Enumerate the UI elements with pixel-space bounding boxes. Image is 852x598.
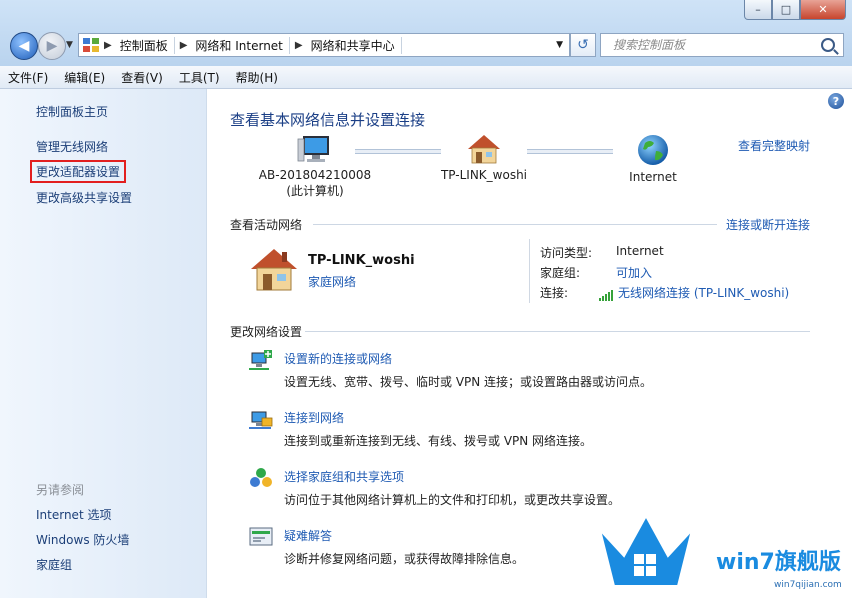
connections-label: 连接: bbox=[540, 286, 569, 300]
node-sublabel: (此计算机) bbox=[286, 184, 344, 198]
change-settings-heading: 更改网络设置 bbox=[230, 325, 303, 339]
back-button[interactable]: ◀ bbox=[10, 32, 38, 60]
wifi-signal-icon bbox=[599, 287, 614, 301]
homegroup-label: 家庭组: bbox=[540, 266, 581, 280]
homegroup-icon bbox=[250, 468, 272, 487]
access-type-value: Internet bbox=[616, 244, 664, 258]
sidebar-item-advanced-sharing[interactable]: 更改高级共享设置 bbox=[36, 189, 132, 206]
setup-new-connection-desc: 设置无线、宽带、拨号、临时或 VPN 连接；或设置路由器或访问点。 bbox=[284, 375, 653, 389]
maximize-button[interactable]: □ bbox=[772, 0, 800, 20]
menu-help[interactable]: 帮助(H) bbox=[228, 69, 286, 86]
node-label: AB-201804210008 bbox=[258, 168, 372, 182]
window-controls: – □ ✕ bbox=[744, 0, 846, 20]
house-icon bbox=[468, 135, 500, 164]
troubleshoot-icon bbox=[249, 527, 273, 546]
breadcrumb-network-sharing-center[interactable]: 网络和共享中心 bbox=[308, 36, 402, 54]
connect-network-icon bbox=[249, 411, 273, 429]
new-connection-icon bbox=[249, 350, 272, 370]
chevron-right-icon[interactable]: ▶ bbox=[290, 40, 308, 51]
connect-disconnect-link[interactable]: 连接或断开连接 bbox=[726, 216, 810, 233]
node-router: TP-LINK_woshi bbox=[429, 133, 539, 182]
recent-pages-dropdown[interactable]: ▼ bbox=[66, 40, 73, 50]
house-icon bbox=[251, 249, 297, 291]
page-title: 查看基本网络信息并设置连接 bbox=[230, 111, 426, 129]
connection-line bbox=[527, 149, 613, 154]
node-internet: Internet bbox=[605, 133, 701, 184]
wireless-connection-label: 无线网络连接 (TP-LINK_woshi) bbox=[618, 286, 790, 300]
network-type-link[interactable]: 家庭网络 bbox=[308, 273, 356, 290]
search-icon[interactable] bbox=[821, 38, 835, 52]
search-box[interactable] bbox=[600, 33, 844, 57]
menu-tools[interactable]: 工具(T) bbox=[171, 69, 228, 86]
node-this-computer: AB-201804210008 (此计算机) bbox=[255, 133, 375, 199]
troubleshoot-desc: 诊断并修复网络问题，或获得故障排除信息。 bbox=[284, 552, 525, 566]
watermark: win7旗舰版 win7qijian.com bbox=[596, 512, 852, 598]
watermark-url: win7qijian.com bbox=[774, 580, 842, 590]
chevron-down-icon[interactable]: ▼ bbox=[556, 40, 563, 50]
address-bar[interactable]: ▶ 控制面板 ▶ 网络和 Internet ▶ 网络和共享中心 ▼ bbox=[78, 33, 570, 57]
sidebar-item-homegroup[interactable]: 家庭组 bbox=[36, 556, 72, 573]
globe-icon bbox=[638, 135, 668, 165]
title-bar: – □ ✕ ◀ ▶ ▼ ▶ 控制面板 ▶ 网络和 Internet ▶ 网络和共… bbox=[0, 0, 852, 66]
refresh-button[interactable]: ↺ bbox=[570, 33, 596, 57]
see-also-heading: 另请参阅 bbox=[36, 483, 85, 497]
arrow-left-icon: ◀ bbox=[18, 38, 30, 54]
wireless-connection-link[interactable]: 无线网络连接 (TP-LINK_woshi) bbox=[599, 284, 789, 301]
arrow-right-icon: ▶ bbox=[46, 38, 58, 54]
homegroup-join-link[interactable]: 可加入 bbox=[616, 264, 652, 281]
control-panel-icon bbox=[83, 38, 99, 52]
active-networks-heading: 查看活动网络 bbox=[230, 218, 303, 232]
section-divider bbox=[305, 331, 810, 332]
menu-bar: 文件(F) 编辑(E) 查看(V) 工具(T) 帮助(H) bbox=[0, 66, 852, 89]
crown-logo-icon bbox=[599, 513, 693, 587]
sidebar-item-control-panel-home[interactable]: 控制面板主页 bbox=[36, 103, 108, 120]
homegroup-sharing-desc: 访问位于其他网络计算机上的文件和打印机，或更改共享设置。 bbox=[284, 493, 621, 507]
section-divider bbox=[313, 224, 717, 225]
sidebar-item-windows-firewall[interactable]: Windows 防火墙 bbox=[36, 531, 129, 548]
connect-to-network-link[interactable]: 连接到网络 bbox=[284, 409, 344, 426]
computer-icon bbox=[297, 136, 329, 162]
access-type-label: 访问类型: bbox=[540, 246, 593, 260]
properties-divider bbox=[529, 239, 530, 303]
troubleshoot-link[interactable]: 疑难解答 bbox=[284, 527, 332, 544]
node-label: TP-LINK_woshi bbox=[440, 168, 528, 182]
sidebar-item-internet-options[interactable]: Internet 选项 bbox=[36, 506, 111, 523]
watermark-text: win7旗舰版 bbox=[716, 550, 841, 575]
close-button[interactable]: ✕ bbox=[800, 0, 846, 20]
breadcrumb-control-panel[interactable]: 控制面板 bbox=[117, 36, 175, 54]
chevron-right-icon[interactable]: ▶ bbox=[99, 40, 117, 51]
menu-view[interactable]: 查看(V) bbox=[113, 69, 171, 86]
homegroup-sharing-link[interactable]: 选择家庭组和共享选项 bbox=[284, 468, 404, 485]
connect-to-network-desc: 连接到或重新连接到无线、有线、拨号或 VPN 网络连接。 bbox=[284, 434, 593, 448]
chevron-right-icon[interactable]: ▶ bbox=[175, 40, 193, 51]
sidebar: 控制面板主页 管理无线网络 更改适配器设置 更改高级共享设置 另请参阅 Inte… bbox=[0, 89, 207, 598]
sidebar-item-change-adapter[interactable]: 更改适配器设置 bbox=[30, 160, 127, 183]
menu-edit[interactable]: 编辑(E) bbox=[56, 69, 113, 86]
node-label: Internet bbox=[629, 170, 677, 184]
forward-button[interactable]: ▶ bbox=[38, 32, 66, 60]
sidebar-item-manage-wireless[interactable]: 管理无线网络 bbox=[36, 138, 108, 155]
minimize-button[interactable]: – bbox=[744, 0, 772, 20]
setup-new-connection-link[interactable]: 设置新的连接或网络 bbox=[284, 350, 392, 367]
search-input[interactable] bbox=[611, 37, 821, 53]
help-icon[interactable]: ? bbox=[828, 93, 844, 109]
active-network-name: TP-LINK_woshi bbox=[308, 253, 415, 268]
menu-file[interactable]: 文件(F) bbox=[0, 69, 56, 86]
view-full-map-link[interactable]: 查看完整映射 bbox=[738, 137, 810, 154]
breadcrumb-network-internet[interactable]: 网络和 Internet bbox=[192, 36, 290, 54]
refresh-icon: ↺ bbox=[577, 37, 589, 53]
